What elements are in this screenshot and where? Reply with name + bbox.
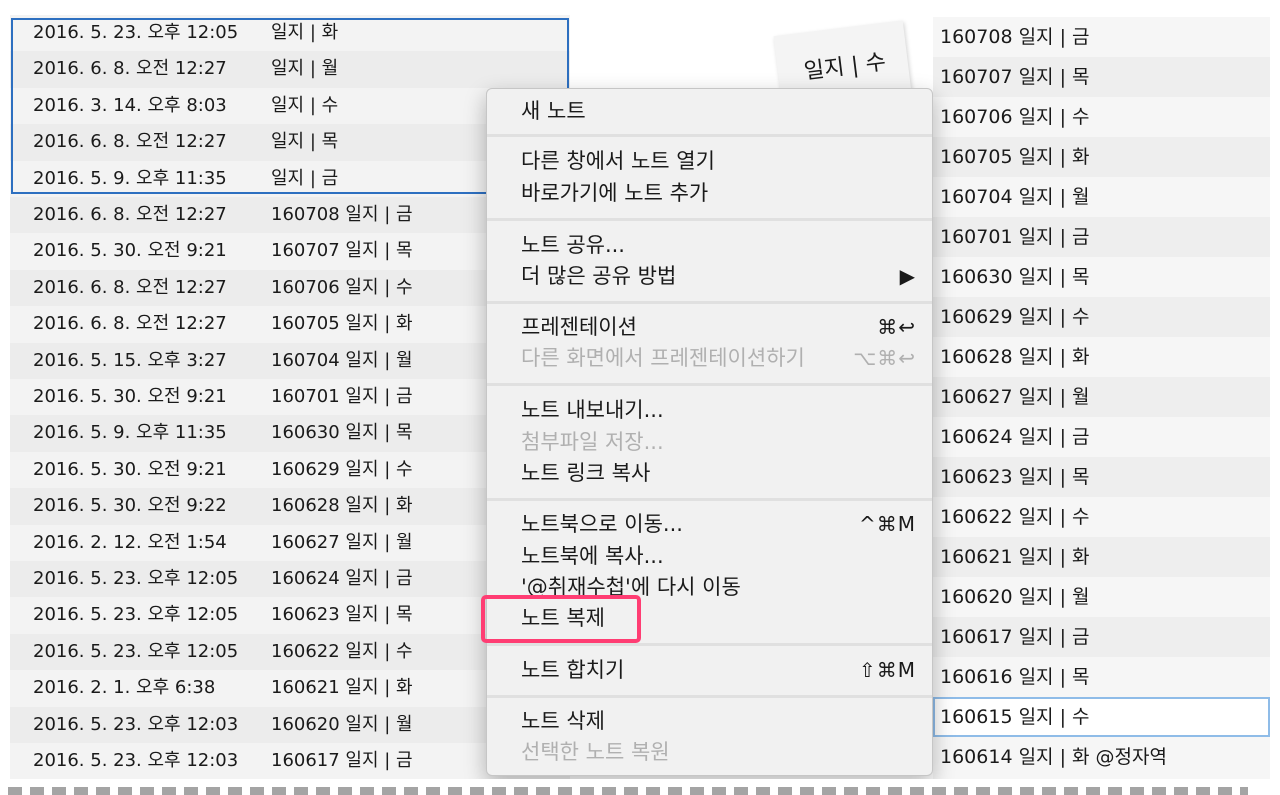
list-item[interactable]: 2016. 5. 23. 오후 12:05 일지 | 화 bbox=[10, 15, 570, 51]
note-date: 2016. 6. 8. 오전 12:27 bbox=[33, 58, 227, 80]
list-item[interactable]: 160627 일지 | 월 bbox=[933, 377, 1270, 417]
note-title: 일지 | 화 bbox=[271, 22, 339, 43]
shortcut-present-other-screen: ⌥⌘↩ bbox=[853, 346, 916, 370]
note-title: 일지 | 수 bbox=[271, 94, 339, 116]
note-title: 160624 일지 | 금 bbox=[271, 568, 413, 589]
note-title: 160706 일지 | 수 bbox=[271, 276, 413, 298]
note-date: 2016. 5. 23. 오후 12:05 bbox=[33, 640, 239, 662]
note-title: 160628 일지 | 화 bbox=[271, 495, 413, 517]
cropped-text-strip bbox=[0, 779, 1280, 795]
list-item[interactable]: 160630 일지 | 목 bbox=[933, 257, 1270, 297]
note-title: 160630 일지 | 목 bbox=[271, 422, 413, 444]
note-date: 2016. 5. 30. 오전 9:21 bbox=[33, 458, 227, 480]
list-item[interactable]: 160705 일지 | 화 bbox=[933, 137, 1270, 177]
list-item[interactable]: 160614 일지 | 화 @정자역 bbox=[933, 737, 1270, 777]
note-date: 2016. 5. 30. 오전 9:22 bbox=[33, 495, 227, 517]
note-date: 2016. 5. 23. 오후 12:05 bbox=[33, 568, 239, 589]
note-title: 160617 일지 | 금 bbox=[271, 750, 413, 771]
list-item[interactable]: 160623 일지 | 목 bbox=[933, 457, 1270, 497]
note-date: 2016. 6. 8. 오전 12:27 bbox=[33, 204, 227, 225]
note-date: 2016. 5. 23. 오후 12:05 bbox=[33, 604, 239, 626]
note-title: 160623 일지 | 목 bbox=[271, 604, 413, 626]
menu-separator bbox=[487, 695, 932, 698]
note-date: 2016. 2. 12. 오전 1:54 bbox=[33, 531, 227, 553]
menu-item-share-note[interactable]: 노트 공유... bbox=[487, 229, 932, 261]
list-item[interactable]: 160617 일지 | 금 bbox=[933, 617, 1270, 657]
note-date: 2016. 5. 9. 오후 11:35 bbox=[33, 422, 227, 444]
list-item[interactable]: 160704 일지 | 월 bbox=[933, 177, 1270, 217]
list-item[interactable]: 160624 일지 | 금 bbox=[933, 417, 1270, 457]
note-title: 일지 | 목 bbox=[271, 131, 339, 153]
dragged-note-title: 일지 | 수 bbox=[802, 49, 888, 85]
note-title: 160701 일지 | 금 bbox=[271, 386, 413, 407]
list-item[interactable]: 160628 일지 | 화 bbox=[933, 337, 1270, 377]
list-item[interactable]: 160708 일지 | 금 bbox=[933, 17, 1270, 57]
note-title: 160707 일지 | 목 bbox=[271, 240, 413, 262]
menu-separator bbox=[487, 134, 932, 137]
menu-item-export-note[interactable]: 노트 내보내기... bbox=[487, 394, 932, 426]
menu-item-presentation[interactable]: 프레젠테이션 ⌘↩ bbox=[487, 311, 932, 343]
menu-separator bbox=[487, 643, 932, 646]
menu-item-new-note[interactable]: 새 노트 bbox=[487, 95, 932, 127]
note-title: 160708 일지 | 금 bbox=[271, 204, 413, 225]
menu-item-copy-to-notebook[interactable]: 노트북에 복사... bbox=[487, 540, 932, 572]
note-date: 2016. 6. 8. 오전 12:27 bbox=[33, 313, 227, 335]
list-item[interactable]: 160706 일지 | 수 bbox=[933, 97, 1270, 137]
list-item[interactable]: 2016. 6. 8. 오전 12:27 일지 | 월 bbox=[10, 51, 570, 88]
menu-item-more-share[interactable]: 더 많은 공유 방법 ▶ bbox=[487, 260, 932, 292]
submenu-arrow-icon: ▶ bbox=[899, 264, 916, 288]
note-title: 일지 | 월 bbox=[271, 58, 339, 80]
menu-item-open-new-window[interactable]: 다른 창에서 노트 열기 bbox=[487, 145, 932, 177]
list-item[interactable]: 160616 일지 | 목 bbox=[933, 657, 1270, 697]
note-title: 160622 일지 | 수 bbox=[271, 640, 413, 662]
note-title: 160620 일지 | 월 bbox=[271, 713, 413, 735]
note-date: 2016. 5. 23. 오후 12:03 bbox=[33, 750, 239, 771]
note-date: 2016. 6. 8. 오전 12:27 bbox=[33, 276, 227, 298]
menu-item-present-other-screen: 다른 화면에서 프레젠테이션하기 ⌥⌘↩ bbox=[487, 342, 932, 374]
menu-item-move-again[interactable]: '@취재수첩'에 다시 이동 bbox=[487, 571, 932, 603]
context-menu: 새 노트 다른 창에서 노트 열기 바로가기에 노트 추가 노트 공유... 더… bbox=[486, 88, 933, 776]
note-date: 2016. 5. 23. 오후 12:05 bbox=[33, 22, 239, 43]
note-date: 2016. 5. 9. 오후 11:35 bbox=[33, 167, 227, 189]
list-item[interactable]: 160701 일지 | 금 bbox=[933, 217, 1270, 257]
note-title: 160704 일지 | 월 bbox=[271, 349, 413, 371]
list-item[interactable]: 160707 일지 | 목 bbox=[933, 57, 1270, 97]
note-date: 2016. 5. 23. 오후 12:03 bbox=[33, 713, 239, 735]
menu-item-save-attachments: 첨부파일 저장... bbox=[521, 430, 664, 454]
note-title: 일지 | 금 bbox=[271, 167, 339, 189]
note-date: 2016. 5. 15. 오후 3:27 bbox=[33, 349, 227, 371]
note-date: 2016. 5. 30. 오전 9:21 bbox=[33, 386, 227, 407]
note-title: 160621 일지 | 화 bbox=[271, 677, 413, 699]
note-title: 160629 일지 | 수 bbox=[271, 458, 413, 480]
list-item[interactable]: 160622 일지 | 수 bbox=[933, 497, 1270, 537]
list-item[interactable]: 160620 일지 | 월 bbox=[933, 577, 1270, 617]
note-title: 160627 일지 | 월 bbox=[271, 531, 413, 553]
menu-item-restore-selected: 선택한 노트 복원 bbox=[521, 740, 670, 764]
menu-item-merge-notes[interactable]: 노트 합치기 ⇧⌘M bbox=[487, 654, 932, 686]
list-item[interactable]: 160615 일지 | 수 bbox=[933, 697, 1270, 737]
shortcut-move-to-notebook: ^⌘M bbox=[858, 512, 916, 536]
note-date: 2016. 5. 30. 오전 9:21 bbox=[33, 240, 227, 262]
note-title: 160705 일지 | 화 bbox=[271, 313, 413, 335]
menu-separator bbox=[487, 218, 932, 221]
shortcut-presentation: ⌘↩ bbox=[877, 315, 916, 339]
menu-separator bbox=[487, 498, 932, 501]
menu-separator bbox=[487, 301, 932, 304]
menu-item-move-to-notebook[interactable]: 노트북으로 이동... ^⌘M bbox=[487, 508, 932, 540]
note-date: 2016. 2. 1. 오후 6:38 bbox=[33, 677, 216, 699]
shortcut-merge-notes: ⇧⌘M bbox=[858, 658, 916, 682]
menu-item-copy-note-link[interactable]: 노트 링크 복사 bbox=[487, 457, 932, 489]
menu-item-delete-note[interactable]: 노트 삭제 bbox=[487, 705, 932, 737]
note-date: 2016. 3. 14. 오후 8:03 bbox=[33, 94, 227, 116]
right-note-list: 160708 일지 | 금 160707 일지 | 목 160706 일지 | 수1… bbox=[933, 17, 1270, 779]
list-item[interactable]: 160621 일지 | 화 bbox=[933, 537, 1270, 577]
note-date: 2016. 6. 8. 오전 12:27 bbox=[33, 131, 227, 153]
menu-separator bbox=[487, 383, 932, 386]
menu-item-duplicate-note[interactable]: 노트 복제 bbox=[487, 602, 932, 634]
list-item[interactable]: 160629 일지 | 수 bbox=[933, 297, 1270, 337]
menu-item-add-shortcut[interactable]: 바로가기에 노트 추가 bbox=[487, 177, 932, 209]
